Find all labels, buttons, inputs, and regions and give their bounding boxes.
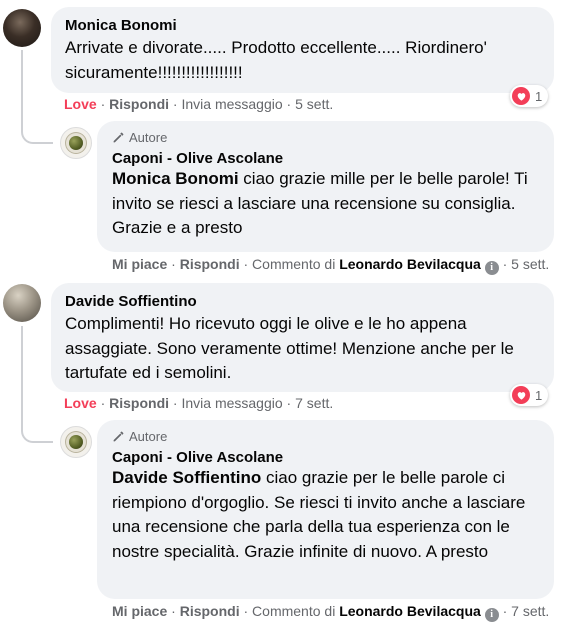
reaction-count: 1 [535,88,543,104]
info-icon[interactable]: i [484,261,499,275]
olive-logo-icon [69,435,83,449]
timestamp[interactable]: 5 sett. [295,96,333,112]
reply-link[interactable]: Rispondi [180,603,240,619]
olive-logo-icon [69,136,83,150]
reply-text: Monica Bonomi ciao grazie mille per le b… [112,169,528,237]
info-icon[interactable]: i [484,608,499,622]
comment-bubble-monica: Monica Bonomi Arrivate e divorate..... P… [51,7,554,93]
commenter-name[interactable]: Leonardo Bevilacqua [339,256,481,272]
reaction-count: 1 [535,387,543,403]
heart-icon [512,87,530,105]
author-badge: Autore [112,429,540,444]
send-message-link[interactable]: Invia messaggio [181,395,282,411]
reply-author[interactable]: Caponi - Olive Ascolane [112,449,540,466]
reply-actions: Mi piace · Rispondi · Commento di Leonar… [112,603,550,622]
comment-actions: Love · Rispondi · Invia messaggio · 5 se… [64,96,334,112]
comment-author[interactable]: Monica Bonomi [65,17,541,34]
comment-text: Arrivate e divorate..... Prodotto eccell… [65,38,487,82]
comment-author[interactable]: Davide Soffientino [65,293,541,310]
reply-bubble-caponi: Autore Caponi - Olive Ascolane Davide So… [97,420,554,599]
like-link[interactable]: Mi piace [112,256,167,272]
reply-link[interactable]: Rispondi [180,256,240,272]
reply-actions: Mi piace · Rispondi · Commento di Leonar… [112,256,550,275]
avatar-davide-soffientino[interactable] [3,284,41,322]
reply-text: Davide Soffientino ciao grazie per le be… [112,468,526,561]
heart-icon [512,386,530,404]
thread-connector [21,50,53,144]
reply-link[interactable]: Rispondi [109,395,169,411]
send-message-link[interactable]: Invia messaggio [181,96,282,112]
author-badge: Autore [112,130,540,145]
love-reaction-link[interactable]: Love [64,395,97,411]
avatar-monica-bonomi[interactable] [3,9,41,47]
mention-davide-soffientino[interactable]: Davide Soffientino [112,468,261,487]
mention-monica-bonomi[interactable]: Monica Bonomi [112,169,239,188]
comment-bubble-davide: Davide Soffientino Complimenti! Ho ricev… [51,283,554,392]
pencil-icon [113,132,124,143]
commenter-name[interactable]: Leonardo Bevilacqua [339,603,481,619]
timestamp[interactable]: 7 sett. [511,603,549,619]
comment-actions: Love · Rispondi · Invia messaggio · 7 se… [64,395,334,411]
reply-bubble-caponi: Autore Caponi - Olive Ascolane Monica Bo… [97,121,554,252]
reaction-count-badge[interactable]: 1 [510,85,549,107]
avatar-caponi-olive-ascolane[interactable] [60,426,92,458]
reaction-count-badge[interactable]: 1 [510,384,549,406]
love-reaction-link[interactable]: Love [64,96,97,112]
timestamp[interactable]: 7 sett. [295,395,333,411]
pencil-icon [113,431,124,442]
avatar-caponi-olive-ascolane[interactable] [60,127,92,159]
like-link[interactable]: Mi piace [112,603,167,619]
comment-text: Complimenti! Ho ricevuto oggi le olive e… [65,314,514,382]
timestamp[interactable]: 5 sett. [511,256,549,272]
reply-author[interactable]: Caponi - Olive Ascolane [112,150,540,167]
reply-link[interactable]: Rispondi [109,96,169,112]
thread-connector [21,326,53,443]
